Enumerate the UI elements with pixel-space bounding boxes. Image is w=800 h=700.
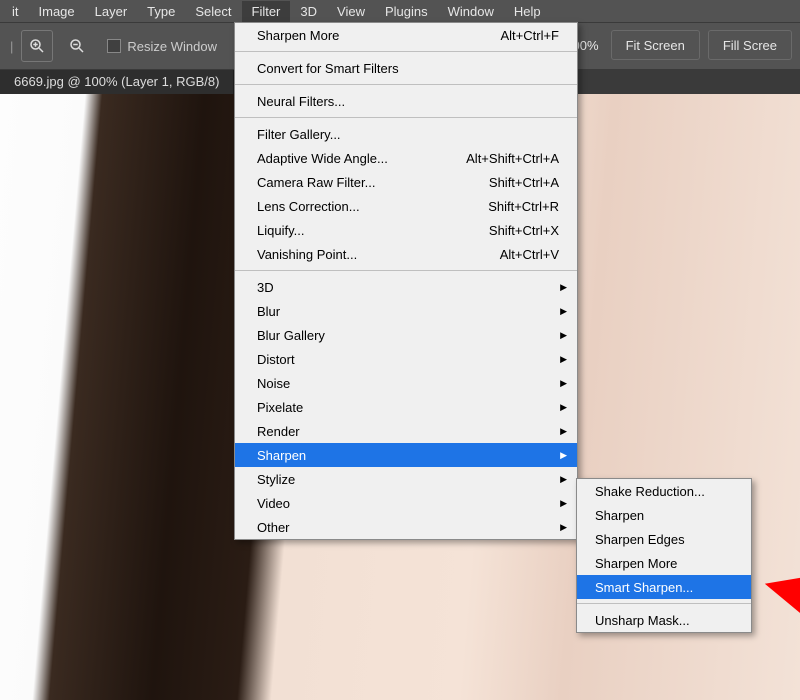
filter-menu-item[interactable]: Noise bbox=[235, 371, 577, 395]
menu-item-label: Pixelate bbox=[257, 400, 559, 415]
filter-menu-item[interactable]: Video bbox=[235, 491, 577, 515]
fit-screen-button[interactable]: Fit Screen bbox=[611, 30, 700, 60]
divider-icon: | bbox=[10, 39, 13, 54]
sharpen-submenu: Shake Reduction...SharpenSharpen EdgesSh… bbox=[576, 478, 752, 633]
menu-item-label: Vanishing Point... bbox=[257, 247, 500, 262]
filter-menu-item[interactable]: Stylize bbox=[235, 467, 577, 491]
resize-windows-checkbox[interactable] bbox=[107, 39, 121, 53]
filter-menu-item[interactable]: 3D bbox=[235, 275, 577, 299]
menu-window[interactable]: Window bbox=[438, 1, 504, 22]
filter-menu-item[interactable]: Sharpen bbox=[235, 443, 577, 467]
zoom-in-button[interactable] bbox=[21, 30, 53, 62]
document-tab[interactable]: 6669.jpg @ 100% (Layer 1, RGB/8) bbox=[0, 68, 234, 94]
app-menubar: it Image Layer Type Select Filter 3D Vie… bbox=[0, 0, 800, 22]
filter-menu-item[interactable]: Adaptive Wide Angle...Alt+Shift+Ctrl+A bbox=[235, 146, 577, 170]
filter-menu-item[interactable]: Convert for Smart Filters bbox=[235, 56, 577, 80]
filter-menu-item[interactable]: Camera Raw Filter...Shift+Ctrl+A bbox=[235, 170, 577, 194]
menu-edit-partial[interactable]: it bbox=[2, 1, 29, 22]
menu-item-shortcut: Alt+Ctrl+V bbox=[500, 247, 559, 262]
menu-item-label: Distort bbox=[257, 352, 559, 367]
menu-item-shortcut: Shift+Ctrl+A bbox=[489, 175, 559, 190]
menu-item-label: Liquify... bbox=[257, 223, 489, 238]
menu-item-shortcut: Alt+Shift+Ctrl+A bbox=[466, 151, 559, 166]
sharpen-submenu-item[interactable]: Sharpen bbox=[577, 503, 751, 527]
menu-item-shortcut: Shift+Ctrl+X bbox=[489, 223, 559, 238]
menu-item-label: 3D bbox=[257, 280, 559, 295]
menu-item-label: Stylize bbox=[257, 472, 559, 487]
menu-item-label: Sharpen More bbox=[257, 28, 500, 43]
filter-menu-item[interactable]: Blur bbox=[235, 299, 577, 323]
menu-help[interactable]: Help bbox=[504, 1, 551, 22]
filter-menu-item[interactable]: Other bbox=[235, 515, 577, 539]
menu-3d[interactable]: 3D bbox=[290, 1, 327, 22]
sharpen-submenu-item[interactable]: Shake Reduction... bbox=[577, 479, 751, 503]
magnifier-plus-icon bbox=[28, 37, 46, 55]
filter-menu-item[interactable]: Blur Gallery bbox=[235, 323, 577, 347]
filter-menu-dropdown: Sharpen MoreAlt+Ctrl+F Convert for Smart … bbox=[234, 22, 578, 540]
resize-windows-option[interactable]: Resize Window bbox=[107, 39, 217, 54]
menu-item-label: Adaptive Wide Angle... bbox=[257, 151, 466, 166]
menu-item-label: Blur bbox=[257, 304, 559, 319]
menu-item-label: Convert for Smart Filters bbox=[257, 61, 559, 76]
menu-item-label: Other bbox=[257, 520, 559, 535]
menu-item-label: Blur Gallery bbox=[257, 328, 559, 343]
filter-menu-item[interactable]: Render bbox=[235, 419, 577, 443]
menu-type[interactable]: Type bbox=[137, 1, 185, 22]
resize-windows-label: Resize Window bbox=[127, 39, 217, 54]
menu-item-label: Camera Raw Filter... bbox=[257, 175, 489, 190]
sharpen-submenu-item[interactable]: Sharpen Edges bbox=[577, 527, 751, 551]
filter-menu-item[interactable]: Pixelate bbox=[235, 395, 577, 419]
filter-menu-item[interactable]: Distort bbox=[235, 347, 577, 371]
menu-plugins[interactable]: Plugins bbox=[375, 1, 438, 22]
magnifier-minus-icon bbox=[68, 37, 86, 55]
sharpen-submenu-item[interactable]: Smart Sharpen... bbox=[577, 575, 751, 599]
menu-filter[interactable]: Filter bbox=[242, 1, 291, 22]
filter-menu-item[interactable]: Lens Correction...Shift+Ctrl+R bbox=[235, 194, 577, 218]
menu-image[interactable]: Image bbox=[29, 1, 85, 22]
menu-item-shortcut: Alt+Ctrl+F bbox=[500, 28, 559, 43]
menu-item-shortcut: Shift+Ctrl+R bbox=[488, 199, 559, 214]
filter-menu-item[interactable]: Sharpen MoreAlt+Ctrl+F bbox=[235, 23, 577, 47]
menu-layer[interactable]: Layer bbox=[85, 1, 138, 22]
sharpen-submenu-item[interactable]: Sharpen More bbox=[577, 551, 751, 575]
options-bar-right: 100% Fit Screen Fill Scree bbox=[565, 22, 792, 68]
menu-item-label: Noise bbox=[257, 376, 559, 391]
filter-menu-item[interactable]: Liquify...Shift+Ctrl+X bbox=[235, 218, 577, 242]
menu-item-label: Filter Gallery... bbox=[257, 127, 559, 142]
filter-menu-item[interactable]: Vanishing Point...Alt+Ctrl+V bbox=[235, 242, 577, 266]
menu-item-label: Neural Filters... bbox=[257, 94, 559, 109]
fill-screen-button[interactable]: Fill Scree bbox=[708, 30, 792, 60]
zoom-out-button[interactable] bbox=[61, 30, 93, 62]
menu-select[interactable]: Select bbox=[185, 1, 241, 22]
menu-item-label: Sharpen bbox=[257, 448, 559, 463]
menu-item-label: Render bbox=[257, 424, 559, 439]
menu-item-label: Lens Correction... bbox=[257, 199, 488, 214]
sharpen-submenu-item[interactable]: Unsharp Mask... bbox=[577, 608, 751, 632]
menu-item-label: Video bbox=[257, 496, 559, 511]
filter-menu-item[interactable]: Neural Filters... bbox=[235, 89, 577, 113]
filter-menu-item[interactable]: Filter Gallery... bbox=[235, 122, 577, 146]
menu-view[interactable]: View bbox=[327, 1, 375, 22]
